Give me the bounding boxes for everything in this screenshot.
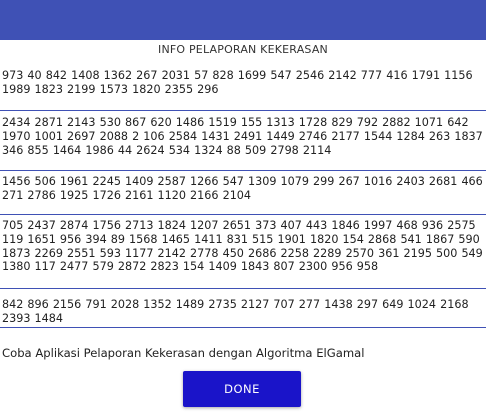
divider-3 xyxy=(0,214,486,215)
app-bar xyxy=(0,0,486,40)
done-button[interactable]: DONE xyxy=(183,371,301,407)
cipher-block-5: 842 896 2156 791 2028 1352 1489 2735 212… xyxy=(2,298,469,325)
divider-2 xyxy=(0,170,486,171)
divider-4 xyxy=(0,288,486,289)
cipher-block-4: 705 2437 2874 1756 2713 1824 1207 2651 3… xyxy=(2,219,483,274)
info-note: Coba Aplikasi Pelaporan Kekerasan dengan… xyxy=(2,346,365,360)
cipher-block-3: 1456 506 1961 2245 1409 2587 1266 547 13… xyxy=(2,175,483,202)
cipher-block-1: 973 40 842 1408 1362 267 2031 57 828 169… xyxy=(2,69,473,96)
divider-1 xyxy=(0,110,486,111)
cipher-block-2: 2434 2871 2143 530 867 620 1486 1519 155… xyxy=(2,116,483,157)
page-title: INFO PELAPORAN KEKERASAN xyxy=(158,43,328,56)
divider-5 xyxy=(0,327,486,328)
